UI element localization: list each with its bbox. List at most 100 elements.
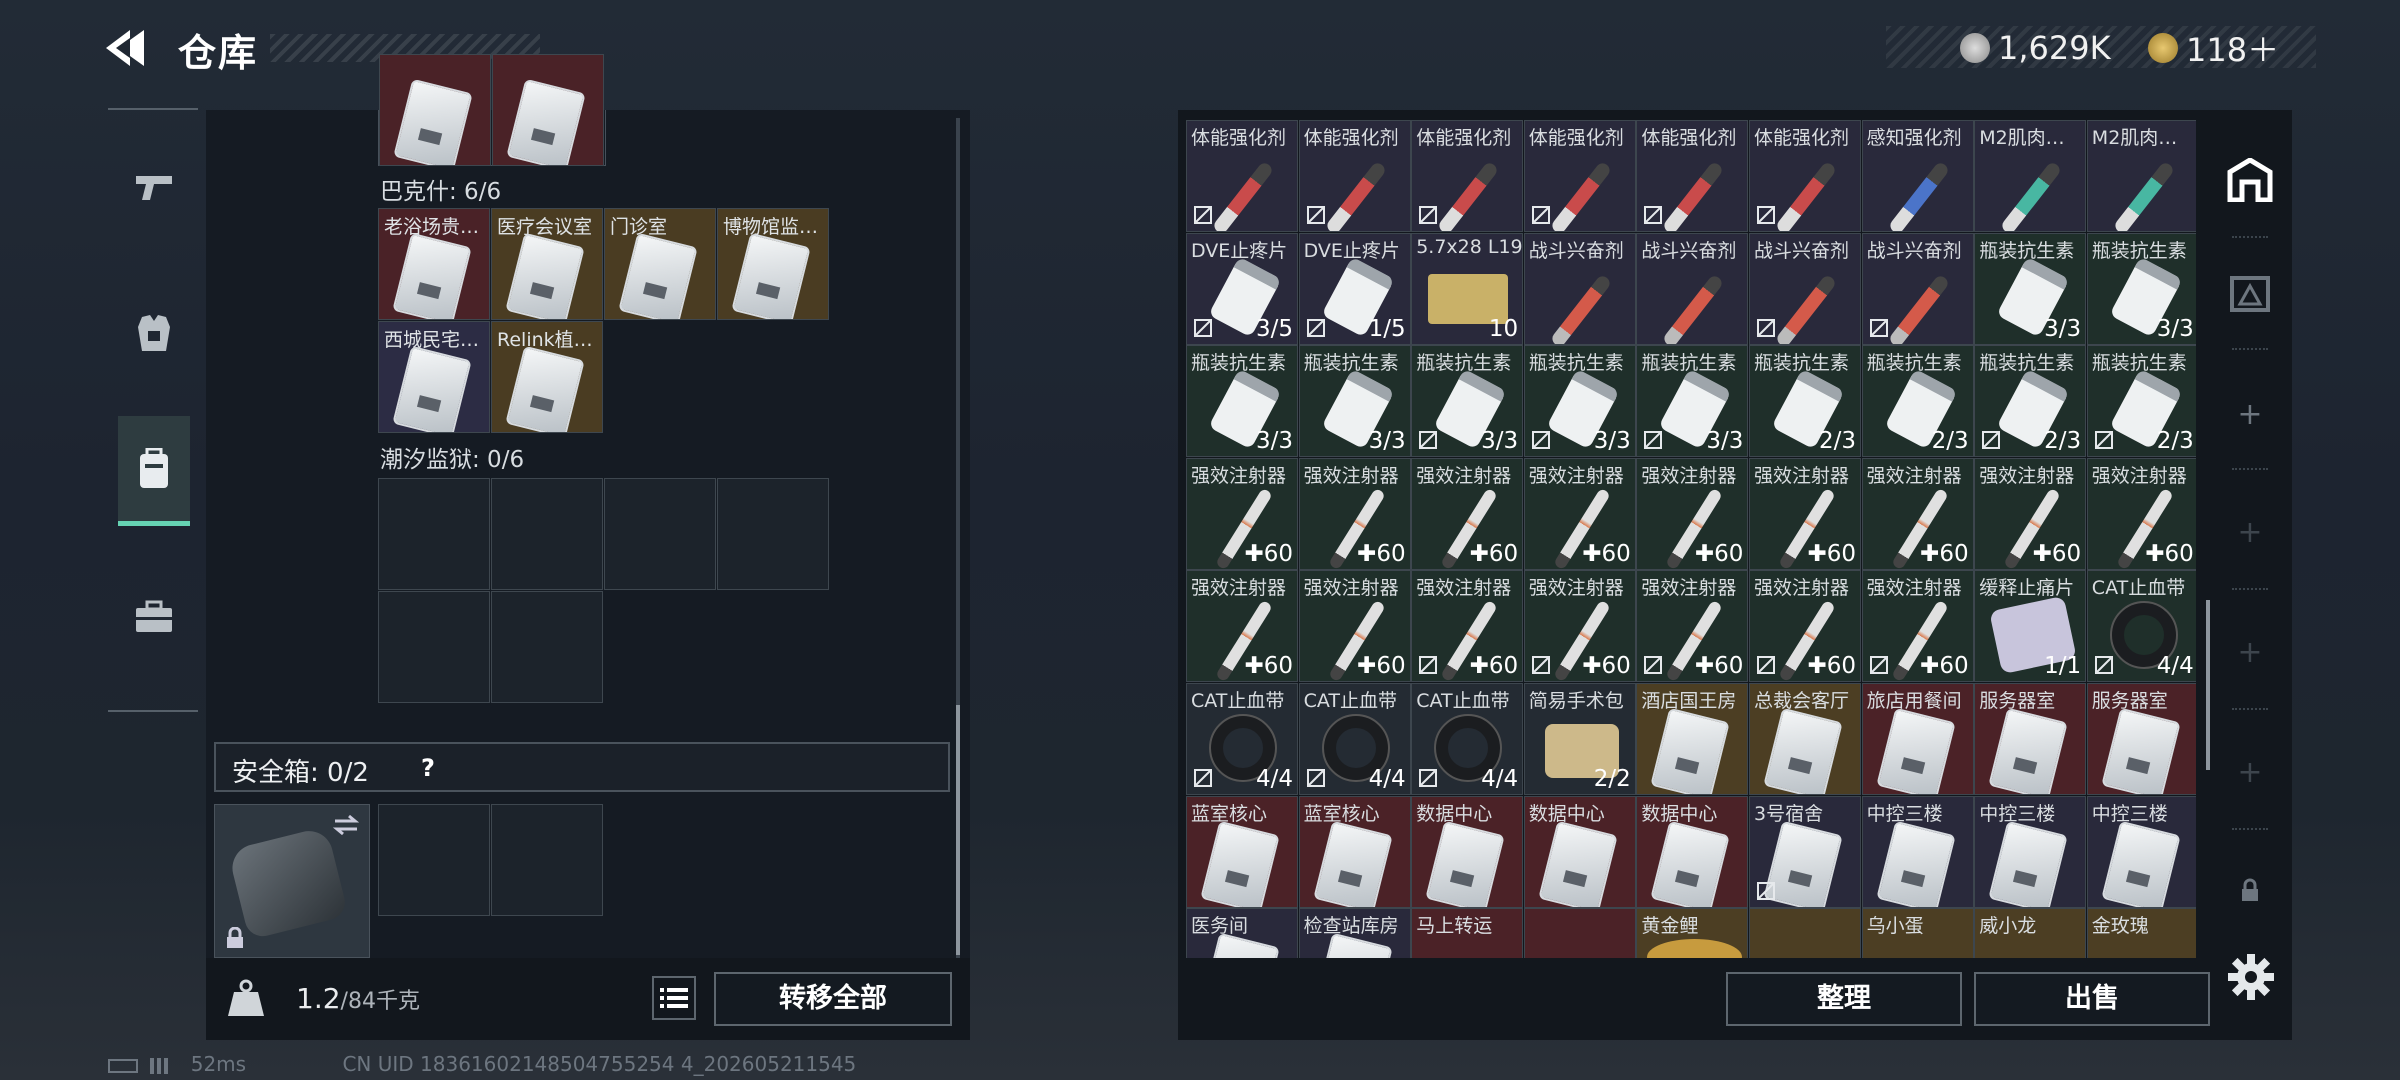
item-slot[interactable]: 简易手术包 2/2 bbox=[1523, 683, 1636, 795]
item-slot[interactable]: 检查站库房 bbox=[1298, 908, 1411, 960]
item-slot[interactable]: 服务器室 bbox=[2086, 683, 2196, 795]
item-slot[interactable]: 体能强化剂 bbox=[1186, 120, 1298, 232]
item-slot[interactable]: 乌小蛋 bbox=[1861, 908, 1974, 960]
item-slot[interactable]: 瓶装抗生素 3/3 bbox=[1298, 345, 1411, 458]
item-slot[interactable]: 威小龙 bbox=[1974, 908, 2087, 960]
item-slot[interactable]: 酒店国王房 bbox=[1636, 683, 1749, 795]
item-slot[interactable]: 强效注射器 ✚60 bbox=[1523, 570, 1636, 683]
nav-equipment[interactable] bbox=[118, 278, 190, 388]
item-slot[interactable]: 医务间 bbox=[1186, 908, 1298, 960]
keycard-slot[interactable] bbox=[379, 54, 491, 166]
item-slot[interactable]: 数据中心 bbox=[1411, 795, 1524, 908]
item-slot[interactable]: 强效注射器 ✚60 bbox=[1186, 570, 1298, 683]
item-slot[interactable]: 瓶装抗生素 3/3 bbox=[1636, 345, 1749, 458]
item-slot[interactable]: 体能强化剂 bbox=[1411, 120, 1524, 232]
item-slot[interactable]: 3号宿舍 bbox=[1749, 795, 1861, 908]
warehouse-tab-main[interactable] bbox=[2220, 150, 2280, 210]
item-slot[interactable]: 总裁会客厅 bbox=[1749, 683, 1861, 795]
item-slot[interactable]: 瓶装抗生素 3/3 bbox=[1186, 345, 1298, 458]
item-slot[interactable]: CAT止血带 4/4 bbox=[1186, 683, 1298, 795]
item-slot[interactable]: 数据中心 bbox=[1523, 795, 1636, 908]
safebox-slot[interactable] bbox=[491, 804, 603, 916]
item-slot[interactable]: M2肌肉… bbox=[2086, 120, 2196, 232]
add-tab-button[interactable]: + bbox=[2220, 502, 2280, 562]
add-tab-button[interactable]: + bbox=[2220, 742, 2280, 802]
item-slot[interactable]: 中控三楼 bbox=[2086, 795, 2196, 908]
item-slot[interactable]: 瓶装抗生素 2/3 bbox=[1749, 345, 1861, 458]
item-slot[interactable]: 强效注射器 ✚60 bbox=[1749, 457, 1861, 570]
item-slot[interactable]: 感知强化剂 bbox=[1861, 120, 1974, 232]
add-tab-button[interactable]: + bbox=[2220, 384, 2280, 444]
item-slot[interactable]: 强效注射器 ✚60 bbox=[2086, 457, 2196, 570]
item-slot[interactable]: 强效注射器 ✚60 bbox=[1974, 457, 2087, 570]
item-slot[interactable]: 蓝室核心 bbox=[1298, 795, 1411, 908]
item-slot[interactable]: 强效注射器 ✚60 bbox=[1411, 457, 1524, 570]
sort-button[interactable]: 整理 bbox=[1726, 972, 1962, 1026]
item-slot[interactable]: 缓释止痛片 1/1 bbox=[1974, 570, 2087, 683]
backpack-scrollbar-thumb[interactable] bbox=[956, 705, 960, 955]
item-slot[interactable]: 强效注射器 ✚60 bbox=[1861, 570, 1974, 683]
item-slot[interactable]: 强效注射器 ✚60 bbox=[1411, 570, 1524, 683]
safebox-item[interactable] bbox=[214, 804, 370, 958]
nav-backpack[interactable] bbox=[118, 416, 190, 526]
item-slot[interactable]: 旅店用餐间 bbox=[1861, 683, 1974, 795]
item-slot[interactable]: 马上转运 bbox=[1411, 908, 1524, 960]
gold-currency[interactable]: 118＋ bbox=[2148, 28, 2279, 69]
keycard-slot[interactable]: Relink植… bbox=[491, 321, 603, 433]
item-slot[interactable]: CAT止血带 4/4 bbox=[2086, 570, 2196, 683]
item-slot[interactable]: DVE止疼片 1/5 bbox=[1298, 232, 1411, 345]
item-slot[interactable]: 瓶装抗生素 2/3 bbox=[1974, 345, 2087, 458]
empty-slot[interactable] bbox=[378, 591, 490, 703]
help-icon[interactable]: ? bbox=[412, 752, 444, 784]
item-slot[interactable]: CAT止血带 4/4 bbox=[1298, 683, 1411, 795]
keycard-slot[interactable]: 老浴场贵… bbox=[378, 208, 490, 320]
item-slot[interactable]: 强效注射器 ✚60 bbox=[1636, 457, 1749, 570]
empty-slot[interactable] bbox=[717, 478, 829, 590]
item-slot[interactable]: 战斗兴奋剂 bbox=[1636, 232, 1749, 345]
settings-gear-icon[interactable] bbox=[2226, 952, 2276, 1002]
item-slot[interactable]: 强效注射器 ✚60 bbox=[1861, 457, 1974, 570]
swap-icon[interactable] bbox=[331, 813, 361, 837]
keycard-slot[interactable]: 西城民宅… bbox=[378, 321, 490, 433]
item-slot[interactable]: 强效注射器 ✚60 bbox=[1749, 570, 1861, 683]
item-slot[interactable]: 中控三楼 bbox=[1974, 795, 2087, 908]
item-slot[interactable]: 瓶装抗生素 2/3 bbox=[2086, 345, 2196, 458]
item-slot[interactable]: 体能强化剂 bbox=[1298, 120, 1411, 232]
add-tab-button[interactable]: + bbox=[2220, 622, 2280, 682]
item-slot[interactable]: 体能强化剂 bbox=[1636, 120, 1749, 232]
empty-slot[interactable] bbox=[604, 478, 716, 590]
item-slot[interactable]: 5.7x28 L191 10 bbox=[1411, 232, 1524, 345]
item-slot[interactable]: 强效注射器 ✚60 bbox=[1298, 457, 1411, 570]
item-slot[interactable]: 瓶装抗生素 3/3 bbox=[2086, 232, 2196, 345]
item-slot[interactable]: 中控三楼 bbox=[1861, 795, 1974, 908]
item-slot[interactable]: 瓶装抗生素 3/3 bbox=[1411, 345, 1524, 458]
empty-slot[interactable] bbox=[378, 478, 490, 590]
item-slot[interactable]: 强效注射器 ✚60 bbox=[1636, 570, 1749, 683]
empty-slot[interactable] bbox=[491, 591, 603, 703]
item-slot[interactable]: 服务器室 bbox=[1974, 683, 2087, 795]
item-slot[interactable] bbox=[1523, 908, 1636, 960]
transfer-all-button[interactable]: 转移全部 bbox=[714, 972, 952, 1026]
item-slot[interactable]: 强效注射器 ✚60 bbox=[1186, 457, 1298, 570]
warehouse-scrollbar-thumb[interactable] bbox=[2206, 600, 2210, 770]
list-view-button[interactable] bbox=[652, 976, 696, 1020]
item-slot[interactable]: 瓶装抗生素 3/3 bbox=[1523, 345, 1636, 458]
item-slot[interactable]: 强效注射器 ✚60 bbox=[1298, 570, 1411, 683]
item-slot[interactable]: 体能强化剂 bbox=[1749, 120, 1861, 232]
item-slot[interactable]: 黄金鲤 bbox=[1636, 908, 1749, 960]
item-slot[interactable]: 战斗兴奋剂 bbox=[1749, 232, 1861, 345]
empty-slot[interactable] bbox=[491, 478, 603, 590]
item-slot[interactable]: 体能强化剂 bbox=[1523, 120, 1636, 232]
item-slot[interactable]: 强效注射器 ✚60 bbox=[1523, 457, 1636, 570]
item-slot[interactable]: 战斗兴奋剂 bbox=[1861, 232, 1974, 345]
keycard-slot[interactable]: 博物馆监… bbox=[717, 208, 829, 320]
nav-toolbox[interactable] bbox=[118, 562, 190, 672]
item-slot[interactable]: 瓶装抗生素 3/3 bbox=[1974, 232, 2087, 345]
warehouse-tab-2[interactable] bbox=[2220, 264, 2280, 324]
nav-weapons[interactable] bbox=[118, 132, 190, 242]
item-slot[interactable]: 战斗兴奋剂 bbox=[1523, 232, 1636, 345]
keycard-slot[interactable]: 门诊室 bbox=[604, 208, 716, 320]
item-slot[interactable] bbox=[1749, 908, 1861, 960]
item-slot[interactable]: CAT止血带 4/4 bbox=[1411, 683, 1524, 795]
locked-tab[interactable] bbox=[2220, 860, 2280, 920]
